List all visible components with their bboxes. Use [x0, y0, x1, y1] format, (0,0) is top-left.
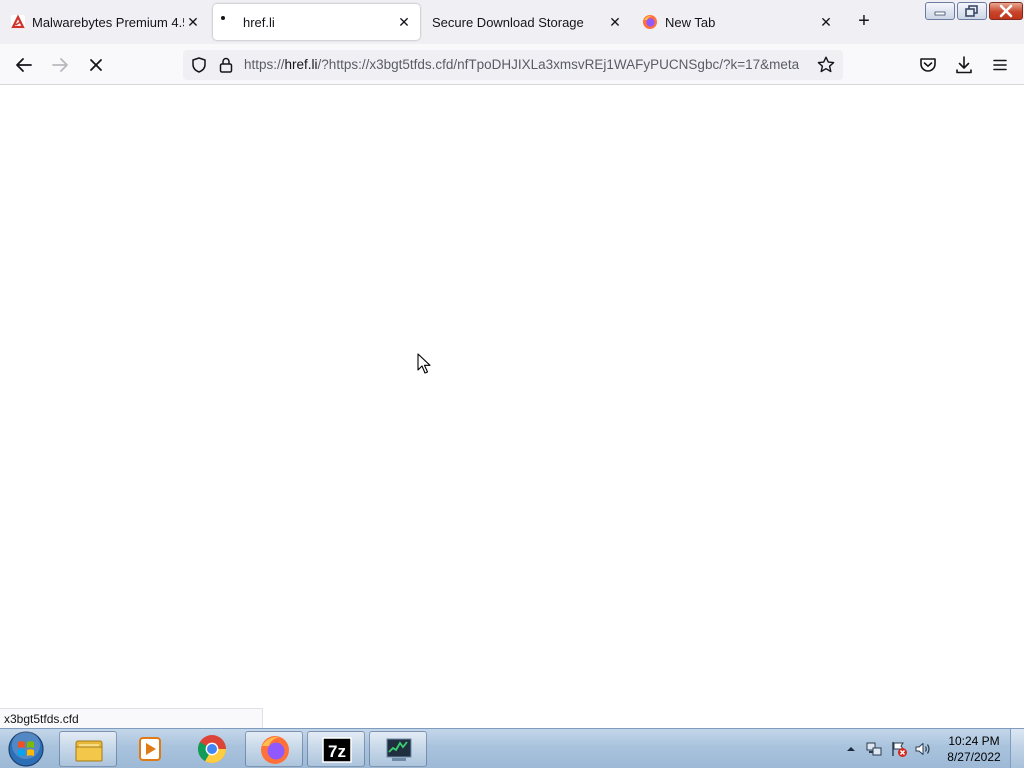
tab-label: href.li [243, 15, 275, 30]
7zip-label: 7z [328, 742, 346, 761]
navigation-toolbar: https://href.li/?https://x3bgt5tfds.cfd/… [0, 44, 1024, 85]
pocket-icon[interactable] [916, 53, 940, 77]
show-hidden-icons-icon[interactable] [845, 743, 857, 755]
firefox-icon [643, 15, 657, 29]
arrow-left-icon[interactable] [12, 53, 36, 77]
download-icon[interactable] [952, 53, 976, 77]
clock-time: 10:24 PM [948, 734, 1000, 748]
hamburger-menu-icon[interactable] [988, 53, 1012, 77]
taskbar-firefox[interactable] [245, 731, 303, 767]
url-text[interactable]: https://href.li/?https://x3bgt5tfds.cfd/… [244, 57, 806, 72]
arrow-right-icon[interactable] [48, 53, 72, 77]
chrome-icon [198, 735, 226, 763]
loading-dot-icon [221, 16, 225, 20]
start-button[interactable] [6, 730, 46, 768]
tab-label: Secure Download Storage [432, 15, 584, 30]
restore-icon [965, 5, 978, 17]
volume-icon[interactable] [914, 740, 932, 758]
link-status-bar: x3bgt5tfds.cfd [0, 708, 263, 728]
taskbar-chrome[interactable] [183, 731, 241, 767]
system-clock[interactable]: 10:24 PM 8/27/2022 [938, 733, 1010, 765]
restore-button[interactable] [957, 2, 987, 20]
shield-icon[interactable] [190, 56, 208, 74]
firefox-icon [261, 736, 289, 764]
file-explorer-icon [75, 740, 103, 762]
task-manager-icon [386, 738, 412, 761]
lock-icon[interactable] [218, 56, 234, 74]
clock-date: 8/27/2022 [947, 750, 1001, 764]
close-icon[interactable] [84, 53, 108, 77]
tab-label: New Tab [665, 15, 716, 30]
malwarebytes-icon [11, 14, 25, 29]
close-icon [999, 4, 1013, 18]
url-host: href.li [284, 57, 318, 72]
network-icon[interactable] [865, 740, 883, 758]
media-player-icon [139, 737, 161, 761]
tab-label: Malwarebytes Premium 4.5.1 [32, 15, 184, 30]
close-icon[interactable]: ✕ [605, 12, 625, 32]
window-close-button[interactable] [989, 2, 1023, 20]
tab-malwarebytes[interactable]: Malwarebytes Premium 4.5.1 ✕ [4, 4, 208, 40]
star-icon[interactable] [816, 55, 836, 75]
page-content [0, 85, 1024, 728]
7zip-icon: 7z [322, 737, 352, 763]
close-icon[interactable]: ✕ [816, 12, 836, 32]
new-tab-button[interactable]: + [852, 10, 876, 34]
show-desktop-button[interactable] [1010, 729, 1024, 768]
tab-strip: Malwarebytes Premium 4.5.1 ✕ href.li ✕ S… [0, 0, 1024, 44]
close-icon[interactable]: ✕ [183, 12, 203, 32]
tab-href-li[interactable]: href.li ✕ [213, 4, 420, 40]
taskbar-file-explorer[interactable] [59, 731, 117, 767]
screen: Malwarebytes Premium 4.5.1 ✕ href.li ✕ S… [0, 0, 1024, 768]
url-path: /?https://x3bgt5tfds.cfd/nfTpoDHJIXLa3xm… [317, 57, 800, 72]
action-center-alert-icon[interactable] [890, 740, 908, 758]
tab-secure-download-storage[interactable]: Secure Download Storage ✕ [424, 4, 632, 40]
taskbar-task-manager[interactable] [369, 731, 427, 767]
url-bar[interactable]: https://href.li/?https://x3bgt5tfds.cfd/… [183, 50, 843, 80]
minimize-button[interactable] [925, 2, 955, 20]
mouse-cursor-icon [417, 353, 431, 374]
close-icon[interactable]: ✕ [394, 12, 414, 32]
taskbar: 7z 10:24 PM 8/27/2022 [0, 728, 1024, 768]
minimize-icon [934, 11, 946, 16]
tab-new-tab[interactable]: New Tab ✕ [636, 4, 844, 40]
taskbar-7zip[interactable]: 7z [307, 731, 365, 767]
taskbar-media-player[interactable] [121, 731, 179, 767]
url-scheme: https:// [244, 57, 285, 72]
